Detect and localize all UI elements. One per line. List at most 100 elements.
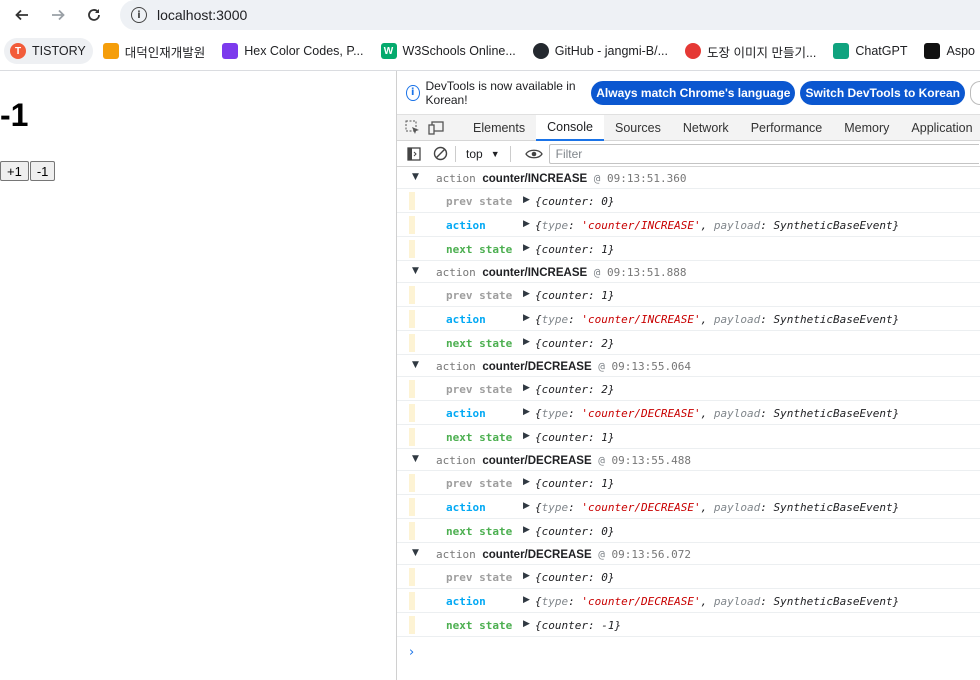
- object-preview[interactable]: {counter: 0}: [535, 571, 614, 584]
- tab-sources[interactable]: Sources: [604, 115, 672, 141]
- console-filter-box[interactable]: [548, 143, 979, 164]
- log-group-header[interactable]: ▼ action counter/INCREASE @ 09:13:51.888: [397, 261, 980, 283]
- device-toolbar-icon[interactable]: [428, 119, 444, 137]
- object-preview[interactable]: {counter: 1}: [535, 431, 614, 444]
- next-state-line: next state ▶ {counter: 1}: [397, 425, 980, 449]
- info-icon: i: [406, 84, 420, 101]
- expand-triangle-icon[interactable]: ▼: [412, 266, 419, 276]
- expand-object-icon[interactable]: ▶: [523, 195, 530, 205]
- increment-button[interactable]: +1: [0, 161, 29, 181]
- tab-elements[interactable]: Elements: [462, 115, 536, 141]
- brace: {: [535, 595, 542, 608]
- bookmark-item[interactable]: GitHub - jangmi-B/...: [527, 38, 675, 64]
- group-indent-bar: [409, 522, 415, 540]
- context-selector[interactable]: top ▼: [462, 147, 504, 161]
- bookmark-label: Hex Color Codes, P...: [244, 44, 364, 58]
- bookmark-item[interactable]: Hex Color Codes, P...: [216, 38, 370, 64]
- log-group-header[interactable]: ▼ action counter/INCREASE @ 09:13:51.360: [397, 167, 980, 189]
- tab-network[interactable]: Network: [672, 115, 740, 141]
- tab-console[interactable]: Console: [536, 114, 604, 141]
- object-preview[interactable]: {counter: -1}: [535, 619, 621, 632]
- expand-triangle-icon[interactable]: ▼: [412, 454, 419, 464]
- prev-state-line: prev state ▶ {counter: 0}: [397, 565, 980, 589]
- log-timestamp: 09:13:55.488: [611, 454, 692, 467]
- expand-object-icon[interactable]: ▶: [523, 431, 530, 441]
- object-preview[interactable]: {counter: 2}: [535, 383, 614, 396]
- object-preview[interactable]: {type: 'counter/INCREASE', payload: Synt…: [535, 219, 899, 232]
- object-preview[interactable]: {counter: 2}: [535, 337, 614, 350]
- action-line: action ▶ {type: 'counter/INCREASE', payloa…: [397, 307, 980, 331]
- decrement-button[interactable]: -1: [29, 161, 56, 181]
- expand-triangle-icon[interactable]: ▼: [412, 172, 419, 182]
- expand-triangle-icon[interactable]: ▼: [412, 548, 419, 558]
- colon: :: [568, 407, 582, 420]
- object-preview[interactable]: {type: 'counter/INCREASE', payload: Synt…: [535, 313, 899, 326]
- log-group-header[interactable]: ▼ action counter/DECREASE @ 09:13:56.072: [397, 543, 980, 565]
- expand-object-icon[interactable]: ▶: [523, 243, 530, 253]
- switch-to-korean-button[interactable]: Switch DevTools to Korean: [800, 80, 965, 105]
- devtools-panel: i DevTools is now available in Korean! A…: [396, 71, 980, 680]
- object-preview[interactable]: {counter: 1}: [535, 477, 614, 490]
- inspect-element-icon[interactable]: [405, 119, 420, 137]
- action-line: action ▶ {type: 'counter/DECREASE', payloa…: [397, 495, 980, 519]
- expand-object-icon[interactable]: ▶: [523, 571, 530, 581]
- tab-memory[interactable]: Memory: [833, 115, 900, 141]
- comma: ,: [700, 595, 714, 608]
- live-expression-eye-icon[interactable]: [524, 145, 543, 163]
- object-preview[interactable]: {counter: 1}: [535, 243, 614, 256]
- expand-object-icon[interactable]: ▶: [523, 595, 530, 605]
- expand-object-icon[interactable]: ▶: [523, 501, 530, 511]
- expand-object-icon[interactable]: ▶: [523, 407, 530, 417]
- bookmark-item[interactable]: T TISTORY: [4, 38, 93, 64]
- log-group-header[interactable]: ▼ action counter/DECREASE @ 09:13:55.488: [397, 449, 980, 471]
- clear-console-icon[interactable]: [431, 145, 449, 163]
- brace: }: [892, 219, 900, 232]
- url-text[interactable]: localhost:3000: [157, 7, 247, 23]
- object-preview[interactable]: {counter: 1}: [535, 289, 614, 302]
- group-indent-bar: [409, 498, 415, 516]
- address-bar[interactable]: i localhost:3000: [120, 0, 980, 30]
- object-preview[interactable]: {type: 'counter/DECREASE', payload: Synt…: [535, 501, 899, 514]
- dont-show-again-button[interactable]: [969, 80, 980, 105]
- payload-value: SyntheticBaseEvent: [773, 501, 893, 514]
- bookmark-label: W3Schools Online...: [402, 44, 516, 58]
- console-filter-input[interactable]: [555, 146, 979, 161]
- back-arrow-icon[interactable]: [10, 4, 34, 26]
- expand-object-icon[interactable]: ▶: [523, 313, 530, 323]
- expand-object-icon[interactable]: ▶: [523, 477, 530, 487]
- expand-object-icon[interactable]: ▶: [523, 525, 530, 535]
- at-sign: @: [598, 360, 605, 373]
- action-line: action ▶ {type: 'counter/INCREASE', payloa…: [397, 213, 980, 237]
- object-preview[interactable]: {counter: 0}: [535, 525, 614, 538]
- expand-object-icon[interactable]: ▶: [523, 337, 530, 347]
- forward-arrow-icon[interactable]: [46, 4, 70, 26]
- tab-performance[interactable]: Performance: [740, 115, 834, 141]
- object-preview[interactable]: {type: 'counter/DECREASE', payload: Synt…: [535, 595, 899, 608]
- log-group-header[interactable]: ▼ action counter/DECREASE @ 09:13:55.064: [397, 355, 980, 377]
- console-prompt-icon[interactable]: ›: [409, 645, 414, 660]
- brace: {: [535, 313, 542, 326]
- payload-value: SyntheticBaseEvent: [773, 595, 893, 608]
- devtools-tabbar: Elements Console Sources Network Perform…: [397, 114, 980, 141]
- object-preview[interactable]: {type: 'counter/DECREASE', payload: Synt…: [535, 407, 899, 420]
- object-preview[interactable]: {counter: 0}: [535, 195, 614, 208]
- reload-icon[interactable]: [82, 4, 106, 26]
- sidebar-toggle-icon[interactable]: [405, 145, 423, 163]
- next-state-line: next state ▶ {counter: 2}: [397, 331, 980, 355]
- tab-application[interactable]: Application: [900, 115, 980, 141]
- bookmark-item[interactable]: ChatGPT: [827, 38, 914, 64]
- bookmark-item[interactable]: 도장 이미지 만들기...: [679, 38, 823, 64]
- bookmark-item[interactable]: W W3Schools Online...: [375, 38, 523, 64]
- expand-object-icon[interactable]: ▶: [523, 289, 530, 299]
- colon: :: [760, 407, 774, 420]
- expand-object-icon[interactable]: ▶: [523, 219, 530, 229]
- always-match-language-button[interactable]: Always match Chrome's language: [591, 80, 796, 105]
- expand-object-icon[interactable]: ▶: [523, 383, 530, 393]
- bookmark-item[interactable]: 대덕인재개발원: [97, 38, 213, 64]
- expand-triangle-icon[interactable]: ▼: [412, 360, 419, 370]
- bookmark-item[interactable]: Aspo: [918, 38, 980, 64]
- console-toolbar-divider: [509, 145, 511, 162]
- expand-object-icon[interactable]: ▶: [523, 619, 530, 629]
- site-info-icon[interactable]: i: [131, 7, 147, 23]
- brace: {: [535, 219, 542, 232]
